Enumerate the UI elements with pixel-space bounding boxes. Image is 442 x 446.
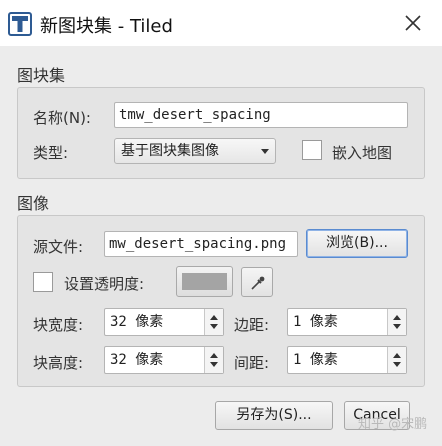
type-select-value: 基于图块集图像 [121,143,219,159]
tile-width-label: 块宽度: [33,316,84,334]
type-select[interactable]: 基于图块集图像 [114,138,276,164]
tiled-app-icon [8,12,32,36]
margin-label: 边距: [234,316,270,334]
spin-up-icon[interactable] [393,315,401,320]
spin-down-icon[interactable] [393,362,401,367]
tile-width-spinbox[interactable]: 32 像素 [104,308,224,336]
spacing-label: 间距: [234,354,270,372]
window-title: 新图块集 - Tiled [40,16,173,37]
section-title-tileset: 图块集 [17,66,66,85]
spacing-value: 1 像素 [293,352,338,368]
type-label: 类型: [33,144,69,162]
spacing-spinbox[interactable]: 1 像素 [287,346,407,374]
margin-spinbox[interactable]: 1 像素 [287,308,407,336]
color-picker-button[interactable] [241,267,273,297]
name-label: 名称(N): [33,109,91,127]
chevron-down-icon [261,149,269,154]
tile-height-spinbox[interactable]: 32 像素 [104,346,224,374]
tile-width-value: 32 像素 [110,314,164,330]
save-as-button[interactable]: 另存为(S)... [215,401,333,430]
embed-in-map-label: 嵌入地图 [332,144,393,162]
tile-height-value: 32 像素 [110,352,164,368]
spin-up-icon[interactable] [210,353,218,358]
close-button[interactable] [396,8,430,38]
spin-down-icon[interactable] [393,324,401,329]
spin-up-icon[interactable] [210,315,218,320]
tile-height-label: 块高度: [33,354,84,372]
transparency-checkbox[interactable] [33,272,53,292]
tileset-group [17,87,425,179]
transparency-color-button[interactable] [176,266,233,297]
close-icon [405,15,421,31]
source-file-label: 源文件: [33,238,84,256]
source-file-input[interactable]: mw_desert_spacing.png [104,231,298,257]
spin-down-icon[interactable] [210,324,218,329]
name-input[interactable]: tmw_desert_spacing [114,102,408,128]
spin-down-icon[interactable] [210,362,218,367]
transparency-color-swatch [182,273,227,290]
watermark: 知乎 @宋鹏 [358,417,428,432]
spin-up-icon[interactable] [393,353,401,358]
embed-in-map-checkbox[interactable] [302,140,322,160]
section-title-image: 图像 [17,194,50,213]
title-bar: 新图块集 - Tiled [0,0,442,46]
transparency-label: 设置透明度: [64,275,145,293]
eyedropper-icon [251,276,265,290]
browse-button[interactable]: 浏览(B)... [306,229,408,258]
margin-value: 1 像素 [293,314,338,330]
